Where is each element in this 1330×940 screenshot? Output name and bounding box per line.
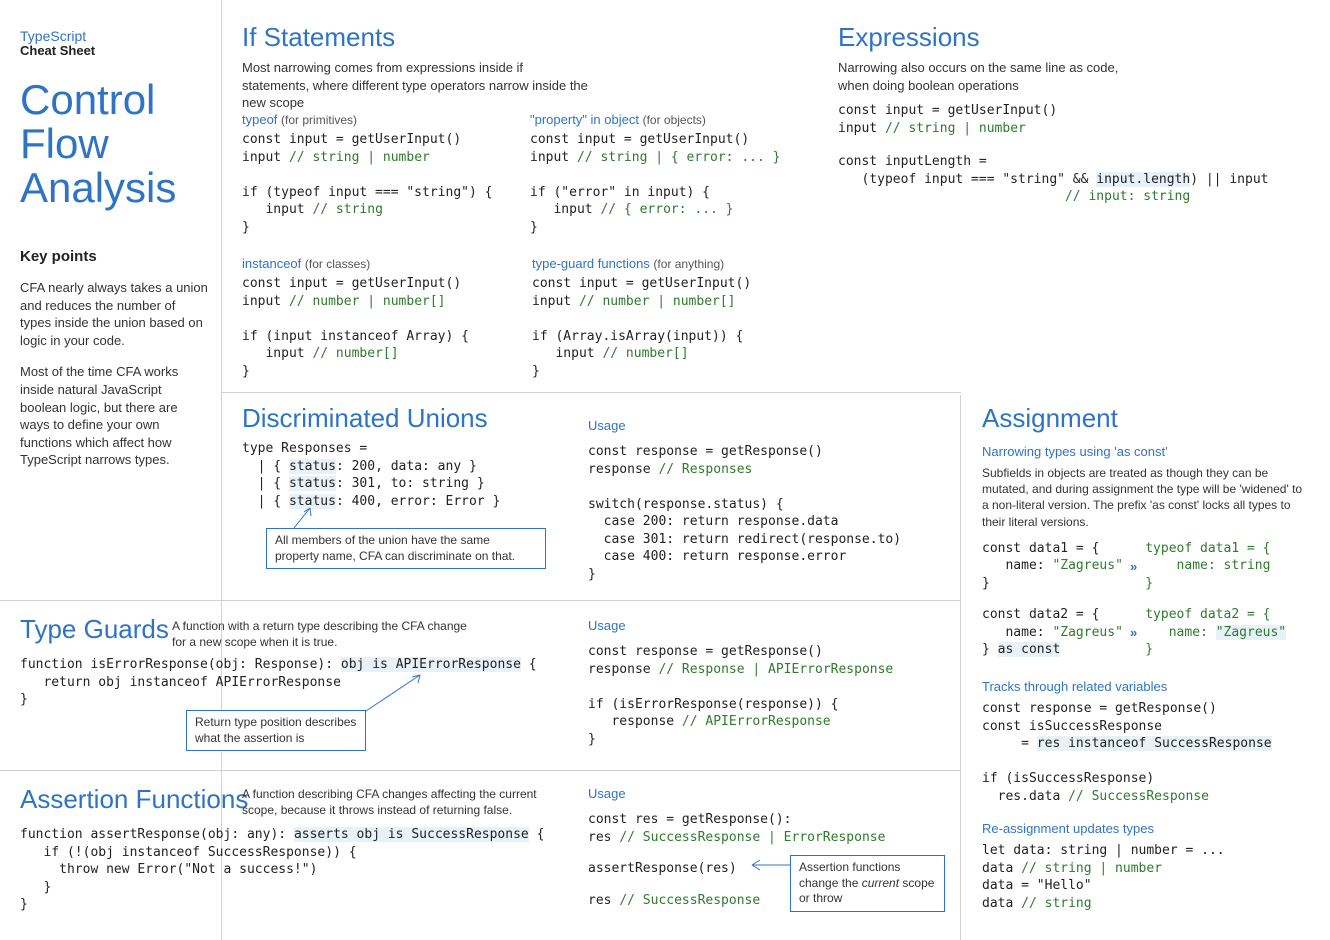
key-point-2: Most of the time CFA works inside natura… bbox=[20, 363, 210, 468]
key-points-heading: Key points bbox=[20, 248, 210, 265]
asconst-label: Narrowing types using 'as const' bbox=[982, 444, 1312, 459]
assignment-title: Assignment bbox=[982, 403, 1312, 434]
typeguard-note: (for anything) bbox=[653, 257, 724, 271]
discriminated-usage-code: const response = getResponse() response … bbox=[588, 443, 901, 583]
discriminated-title: Discriminated Unions bbox=[242, 403, 500, 434]
discriminated-section: Discriminated Unions type Responses = | … bbox=[242, 403, 500, 510]
tg-usage-label: Usage bbox=[588, 618, 893, 633]
tracks-label: Tracks through related variables bbox=[982, 679, 1312, 694]
data1-row: const data1 = { name: "Zagreus" } » type… bbox=[982, 540, 1312, 593]
propin-note: (for objects) bbox=[643, 113, 706, 127]
tracks-code: const response = getResponse() const isS… bbox=[982, 700, 1312, 805]
assertion-code: function assertResponse(obj: any): asser… bbox=[20, 826, 544, 914]
assignment-section: Assignment Narrowing types using 'as con… bbox=[982, 403, 1312, 913]
discriminated-callout: All members of the union have the same p… bbox=[266, 528, 546, 569]
type-guards-desc: A function with a return type describing… bbox=[172, 618, 472, 650]
if-statements-title: If Statements bbox=[242, 22, 802, 53]
typeof-note: (for primitives) bbox=[281, 113, 357, 127]
instanceof-code: const input = getUserInput() input // nu… bbox=[242, 275, 469, 380]
type-guards-section: Type Guards bbox=[20, 614, 169, 651]
discriminated-usage-label: Usage bbox=[588, 418, 901, 433]
assertion-usage-label: Usage bbox=[588, 786, 885, 801]
vertical-divider-mid bbox=[960, 395, 961, 940]
brand-sub: Cheat Sheet bbox=[20, 43, 210, 58]
reassign-code: let data: string | number = ... data // … bbox=[982, 842, 1312, 912]
horizontal-divider bbox=[0, 600, 960, 601]
expressions-title: Expressions bbox=[838, 22, 1308, 53]
instanceof-note: (for classes) bbox=[305, 257, 370, 271]
assertion-title: Assertion Functions bbox=[20, 784, 248, 815]
sidebar: TypeScript Cheat Sheet Control Flow Anal… bbox=[20, 28, 210, 469]
typeguard-block: type-guard functions (for anything) cons… bbox=[532, 256, 751, 380]
assertion-section: Assertion Functions bbox=[20, 784, 248, 821]
typeof-block: typeof (for primitives) const input = ge… bbox=[242, 112, 492, 236]
assertion-desc: A function describing CFA changes affect… bbox=[242, 786, 562, 818]
instanceof-label: instanceof bbox=[242, 256, 301, 271]
brand-label: TypeScript bbox=[20, 28, 210, 44]
assertion-usage-pre: const res = getResponse(): res // Succes… bbox=[588, 811, 885, 846]
data1-left: const data1 = { name: "Zagreus" } bbox=[982, 540, 1122, 593]
instanceof-block: instanceof (for classes) const input = g… bbox=[242, 256, 469, 380]
data2-row: const data2 = { name: "Zagreus" } as con… bbox=[982, 606, 1312, 659]
data2-right: typeof data2 = { name: "Zagreus" } bbox=[1145, 606, 1286, 659]
reassign-label: Re-assignment updates types bbox=[982, 821, 1312, 836]
type-guards-callout: Return type position describes what the … bbox=[186, 710, 366, 751]
arrow-right-icon: » bbox=[1130, 559, 1137, 574]
discriminated-usage: Usage const response = getResponse() res… bbox=[588, 418, 901, 583]
type-guards-code: function isErrorResponse(obj: Response):… bbox=[20, 656, 537, 709]
propin-label: "property" in object bbox=[530, 112, 639, 127]
if-statements-intro: Most narrowing comes from expressions in… bbox=[242, 59, 592, 112]
propin-code: const input = getUserInput() input // st… bbox=[530, 131, 780, 236]
key-point-1: CFA nearly always takes a union and redu… bbox=[20, 279, 210, 349]
property-in-block: "property" in object (for objects) const… bbox=[530, 112, 780, 236]
expressions-intro: Narrowing also occurs on the same line a… bbox=[838, 59, 1148, 94]
if-statements-section: If Statements Most narrowing comes from … bbox=[242, 22, 802, 112]
discriminated-code: type Responses = | { status: 200, data: … bbox=[242, 440, 500, 510]
expressions-code-bottom: const inputLength = (typeof input === "s… bbox=[838, 153, 1308, 206]
horizontal-divider bbox=[0, 770, 960, 771]
data2-left: const data2 = { name: "Zagreus" } as con… bbox=[982, 606, 1122, 659]
arrow-right-icon: » bbox=[1130, 625, 1137, 640]
typeguard-code: const input = getUserInput() input // nu… bbox=[532, 275, 751, 380]
typeof-code: const input = getUserInput() input // st… bbox=[242, 131, 492, 236]
expressions-code-top: const input = getUserInput() input // st… bbox=[838, 102, 1308, 137]
horizontal-divider bbox=[221, 392, 961, 393]
page-title: Control Flow Analysis bbox=[20, 78, 210, 210]
type-guards-title: Type Guards bbox=[20, 614, 169, 645]
typeguard-label: type-guard functions bbox=[532, 256, 650, 271]
typeof-label: typeof bbox=[242, 112, 277, 127]
data1-right: typeof data1 = { name: string } bbox=[1145, 540, 1270, 593]
tg-usage-code: const response = getResponse() response … bbox=[588, 643, 893, 748]
expressions-section: Expressions Narrowing also occurs on the… bbox=[838, 22, 1308, 206]
assertion-callout: Assertion functions change the current s… bbox=[790, 855, 945, 912]
asconst-desc: Subfields in objects are treated as thou… bbox=[982, 465, 1312, 530]
type-guards-usage: Usage const response = getResponse() res… bbox=[588, 618, 893, 748]
